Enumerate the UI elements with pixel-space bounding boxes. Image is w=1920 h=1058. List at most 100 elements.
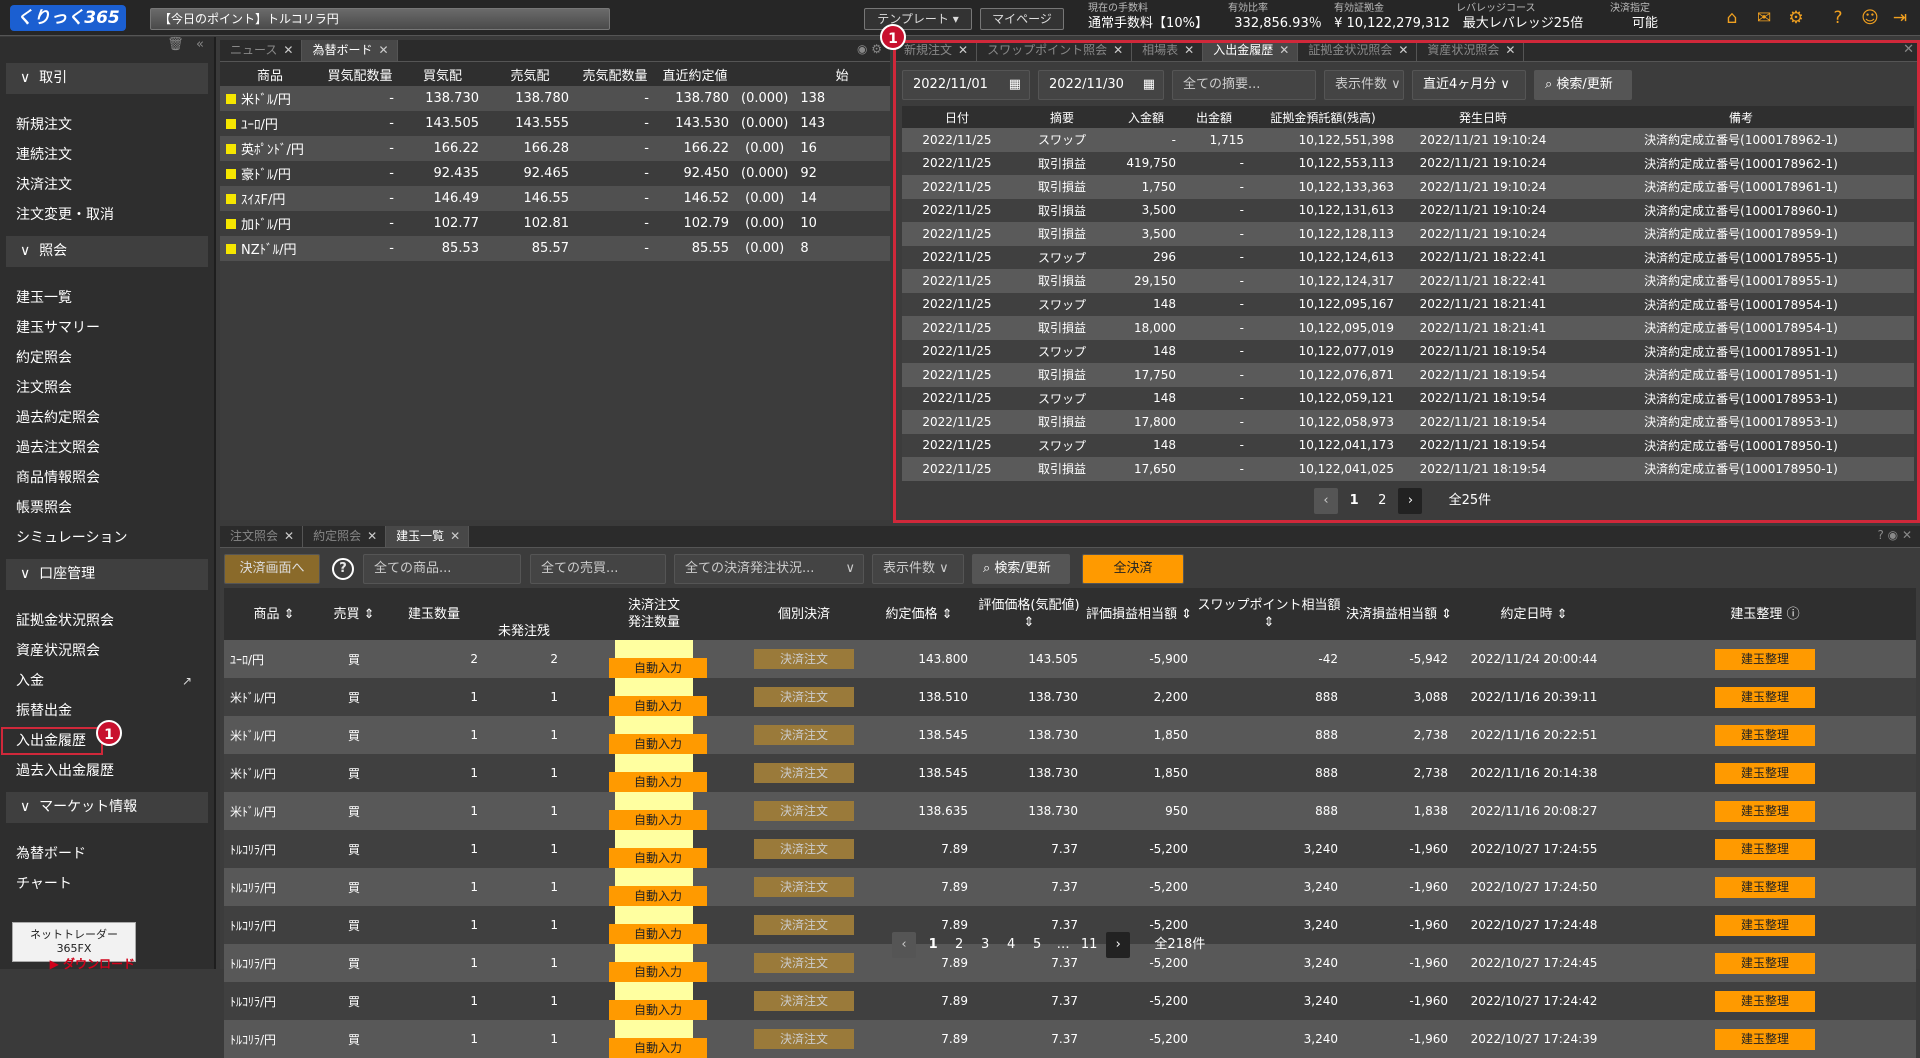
collapse-icon[interactable]: «: [196, 37, 204, 52]
position-row[interactable]: ﾄﾙｺﾘﾗ/円買 1 1 自動入力 決済注文 7.89 7.37 -5,200 3,240 -1,…: [224, 830, 1916, 868]
auto-input-button[interactable]: 自動入力: [609, 658, 707, 678]
settle-qty-input[interactable]: [615, 868, 693, 886]
auto-input-button[interactable]: 自動入力: [609, 734, 707, 754]
trash-icon[interactable]: 🗑: [167, 37, 184, 52]
settle-order-button[interactable]: 決済注文: [754, 839, 854, 859]
col-date[interactable]: 約定日時 ⇕: [1454, 588, 1614, 640]
position-row[interactable]: ﾄﾙｺﾘﾗ/円買 1 1 自動入力 決済注文 7.89 7.37 -5,200 3,240 -1,…: [224, 982, 1916, 1020]
user-icon[interactable]: ☺: [1860, 8, 1880, 28]
settle-qty-input[interactable]: [615, 678, 693, 696]
settle-order-button[interactable]: 決済注文: [754, 953, 854, 973]
sidebar-item-deposit-history[interactable]: 入出金履歴: [0, 726, 104, 756]
sidebar-item-rate-board[interactable]: 為替ボード: [0, 839, 214, 869]
logo[interactable]: くりっく365: [10, 5, 126, 31]
settle-qty-input[interactable]: [615, 754, 693, 772]
sidebar-item-product-info[interactable]: 商品情報照会: [0, 463, 214, 493]
rate-row[interactable]: 米ﾄﾞﾙ/円 -138.730 138.780-138.780 (0.000) 138: [220, 86, 890, 111]
mail-icon[interactable]: ✉: [1754, 8, 1774, 28]
organize-button[interactable]: 建玉整理: [1715, 1028, 1815, 1050]
sidebar-item-position-summary[interactable]: 建玉サマリー: [0, 313, 214, 343]
sidebar-item-deposit[interactable]: 入金 ↗: [0, 666, 214, 696]
sidebar-item-chart[interactable]: チャート: [0, 869, 214, 899]
sidebar-item-positions[interactable]: 建玉一覧: [0, 283, 214, 313]
close-icon[interactable]: ✕: [378, 43, 388, 57]
rate-row[interactable]: 英ﾎﾟﾝﾄﾞ/円 -166.22 166.28-166.22 (0.00) 16: [220, 136, 890, 161]
rate-row[interactable]: NZﾄﾞﾙ/円 -85.53 85.57-85.55 (0.00) 8: [220, 236, 890, 261]
auto-input-button[interactable]: 自動入力: [609, 1000, 707, 1020]
position-row[interactable]: 米ﾄﾞﾙ/円買 1 1 自動入力 決済注文 138.510 138.730 2,200 888 3…: [224, 678, 1916, 716]
home-icon[interactable]: ⌂: [1722, 8, 1742, 28]
sidebar-item-order-change[interactable]: 注文変更・取消: [0, 200, 214, 230]
auto-input-button[interactable]: 自動入力: [609, 848, 707, 868]
col-settle-pl[interactable]: 決済損益相当額 ⇕: [1344, 588, 1454, 640]
sidebar-item-reports[interactable]: 帳票照会: [0, 493, 214, 523]
organize-button[interactable]: 建玉整理: [1715, 686, 1815, 708]
eye-icon[interactable]: ◉ ⚙: [857, 42, 882, 56]
settle-all-button[interactable]: 全決済: [1082, 554, 1184, 584]
panel-tools-icon[interactable]: ? ◉ ✕: [1877, 528, 1912, 542]
position-row[interactable]: ﾄﾙｺﾘﾗ/円買 1 1 自動入力 決済注文 7.89 7.37 -5,200 3,240 -1,…: [224, 1020, 1916, 1058]
mypage-button[interactable]: マイページ: [980, 8, 1064, 30]
count-select[interactable]: 表示件数 ∨: [872, 554, 964, 584]
organize-button[interactable]: 建玉整理: [1715, 914, 1815, 936]
sidebar-item-past-deposit-history[interactable]: 過去入出金履歴: [0, 756, 214, 786]
tab-order-inquiry[interactable]: 注文照会 ✕: [220, 526, 304, 547]
settle-order-button[interactable]: 決済注文: [754, 877, 854, 897]
organize-button[interactable]: 建玉整理: [1715, 648, 1815, 670]
rate-row[interactable]: 加ﾄﾞﾙ/円 -102.77 102.81-102.79 (0.00) 10: [220, 211, 890, 236]
position-row[interactable]: 米ﾄﾞﾙ/円買 1 1 自動入力 決済注文 138.635 138.730 950 888 1,8…: [224, 792, 1916, 830]
page-4[interactable]: 4: [998, 932, 1024, 958]
prev-page-button[interactable]: ‹: [892, 932, 916, 958]
sidebar-item-past-executions[interactable]: 過去約定照会: [0, 403, 214, 433]
search-button[interactable]: ⌕ 検索/更新: [972, 554, 1070, 584]
auto-input-button[interactable]: 自動入力: [609, 772, 707, 792]
tab-news[interactable]: ニュース ✕: [220, 40, 303, 61]
template-button[interactable]: テンプレート ▾: [864, 8, 972, 30]
settle-order-button[interactable]: 決済注文: [754, 763, 854, 783]
sidebar-item-margin-status[interactable]: 証拠金状況照会: [0, 606, 214, 636]
settle-screen-button[interactable]: 決済画面へ: [224, 554, 320, 584]
position-row[interactable]: 米ﾄﾞﾙ/円買 1 1 自動入力 決済注文 138.545 138.730 1,850 888 2…: [224, 754, 1916, 792]
tab-execution-inquiry[interactable]: 約定照会 ✕: [303, 526, 387, 547]
gear-icon[interactable]: ⚙: [1786, 8, 1806, 28]
settle-order-button[interactable]: 決済注文: [754, 687, 854, 707]
col-eval-pl[interactable]: 評価損益相当額 ⇕: [1084, 588, 1194, 640]
settle-order-button[interactable]: 決済注文: [754, 725, 854, 745]
organize-button[interactable]: 建玉整理: [1715, 952, 1815, 974]
page-7[interactable]: 11: [1076, 932, 1102, 958]
close-icon[interactable]: ✕: [367, 529, 377, 543]
settle-order-button[interactable]: 決済注文: [754, 1029, 854, 1049]
position-row[interactable]: 米ﾄﾞﾙ/円買 1 1 自動入力 決済注文 138.545 138.730 1,850 888 2…: [224, 716, 1916, 754]
sidebar-section-trade[interactable]: ∨ 取引: [6, 63, 208, 94]
product-filter[interactable]: 全ての商品...: [363, 554, 521, 584]
settle-qty-input[interactable]: [615, 1020, 693, 1038]
col-price[interactable]: 約定価格 ⇕: [864, 588, 974, 640]
organize-button[interactable]: 建玉整理: [1715, 762, 1815, 784]
settle-qty-input[interactable]: [615, 640, 693, 658]
col-eval-price[interactable]: 評価価格(気配値) ⇕: [974, 588, 1084, 640]
organize-button[interactable]: 建玉整理: [1715, 800, 1815, 822]
sidebar-item-executions[interactable]: 約定照会: [0, 343, 214, 373]
position-row[interactable]: ﾕｰﾛ/円買 2 2 自動入力 決済注文 143.800 143.505 -5,900 -42-…: [224, 640, 1916, 678]
auto-input-button[interactable]: 自動入力: [609, 810, 707, 830]
auto-input-button[interactable]: 自動入力: [609, 886, 707, 906]
side-filter[interactable]: 全ての売買...: [530, 554, 666, 584]
rate-row[interactable]: ｽｲｽF/円 -146.49 146.55-146.52 (0.00) 14: [220, 186, 890, 211]
organize-button[interactable]: 建玉整理: [1715, 724, 1815, 746]
page-6[interactable]: …: [1050, 932, 1076, 958]
rate-row[interactable]: 豪ﾄﾞﾙ/円 -92.435 92.465-92.450 (0.000) 92: [220, 161, 890, 186]
auto-input-button[interactable]: 自動入力: [609, 962, 707, 982]
download-banner[interactable]: ネットトレーダー365FX ▶ ダウンロード: [12, 922, 136, 971]
auto-input-button[interactable]: 自動入力: [609, 696, 707, 716]
news-ticker[interactable]: 【今日のポイント】トルコリラ円: [150, 8, 610, 30]
rate-row[interactable]: ﾕｰﾛ/円 -143.505 143.555-143.530 (0.000) 143: [220, 111, 890, 136]
sidebar-section-inquiry[interactable]: ∨ 照会: [6, 236, 208, 267]
col-side[interactable]: 売買 ⇕: [324, 588, 384, 640]
col-product[interactable]: 商品 ⇕: [224, 588, 324, 640]
settle-qty-input[interactable]: [615, 792, 693, 810]
settle-qty-input[interactable]: [615, 944, 693, 962]
page-3[interactable]: 3: [972, 932, 998, 958]
sidebar-item-orders[interactable]: 注文照会: [0, 373, 214, 403]
sidebar-item-new-order[interactable]: 新規注文: [0, 110, 214, 140]
sidebar-item-simulation[interactable]: シミュレーション: [0, 523, 214, 553]
